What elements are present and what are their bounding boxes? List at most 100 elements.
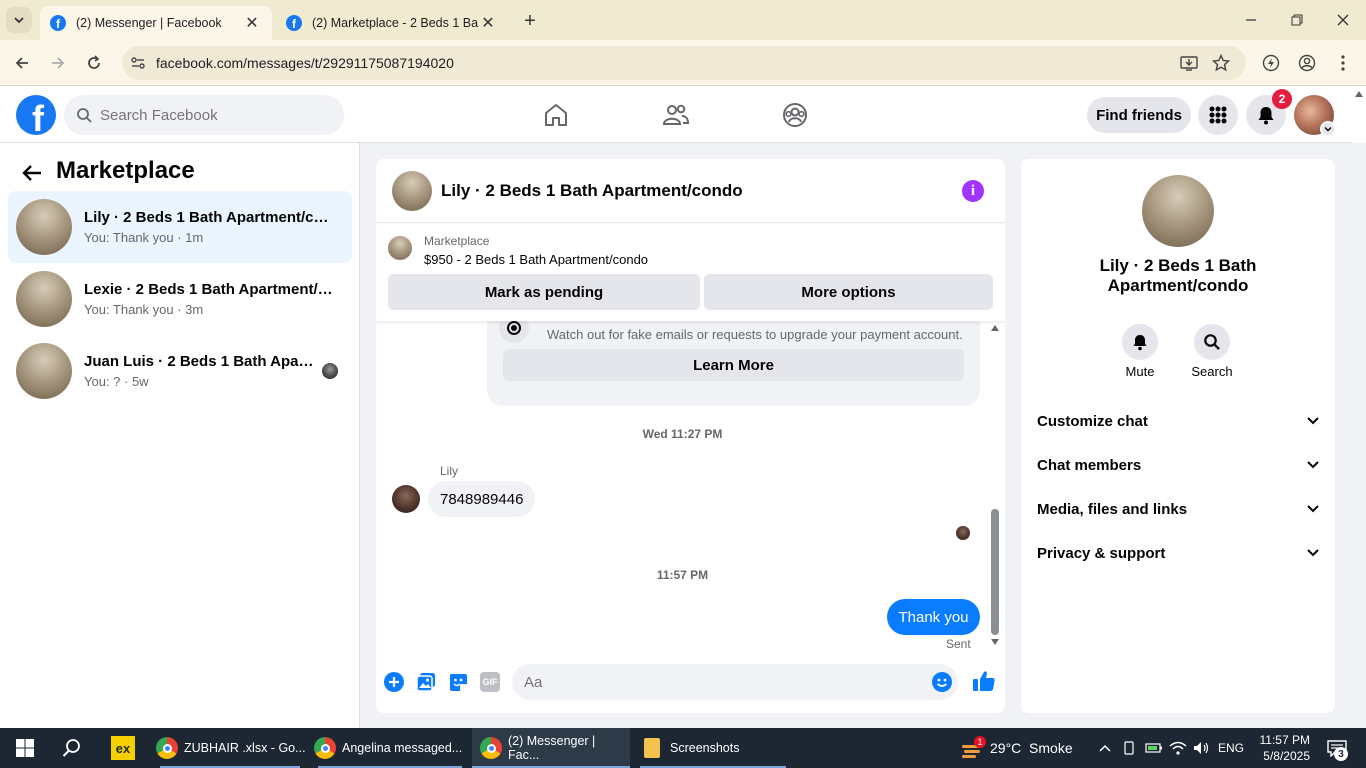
mute-button[interactable]: Mute <box>1120 324 1160 379</box>
taskbar-search-button[interactable] <box>56 728 88 768</box>
section-label: Media, files and links <box>1037 500 1188 518</box>
search-icon <box>1204 334 1220 350</box>
more-actions-button[interactable] <box>384 672 404 692</box>
search-input[interactable] <box>100 106 320 124</box>
scrollbar-thumb[interactable] <box>991 509 999 635</box>
clock-date: 5/8/2025 <box>1263 749 1310 763</box>
tray-wifi-icon[interactable] <box>1168 728 1188 768</box>
conversation-item[interactable]: Lexie · 2 Beds 1 Bath Apartment/c... You… <box>8 263 352 335</box>
conversation-item[interactable]: Lily · 2 Beds 1 Bath Apartment/con... Yo… <box>8 191 352 263</box>
facebook-search-box[interactable] <box>64 95 344 135</box>
sent-status: Sent <box>946 637 971 651</box>
mark-as-pending-button[interactable]: Mark as pending <box>388 274 700 310</box>
privacy-support-section[interactable]: Privacy & support <box>1037 531 1319 575</box>
nav-home[interactable] <box>526 87 586 143</box>
plus-icon <box>389 677 399 687</box>
show-hidden-icons-button[interactable] <box>1096 728 1114 768</box>
conversation-preview: You: ? · 5w <box>84 374 149 389</box>
listing-thumbnail[interactable] <box>388 236 412 260</box>
back-to-chats-button[interactable] <box>16 157 48 189</box>
outgoing-message-bubble[interactable]: Thank you <box>887 599 980 635</box>
address-bar[interactable]: facebook.com/messages/t/2929117508719402… <box>122 46 1246 80</box>
close-icon <box>1337 14 1349 26</box>
listing-banner: Marketplace $950 - 2 Beds 1 Bath Apartme… <box>376 224 1005 321</box>
battery-icon <box>1145 743 1162 753</box>
tray-device-icon[interactable] <box>1120 728 1138 768</box>
details-avatar[interactable] <box>1142 175 1214 247</box>
tray-volume-icon[interactable] <box>1192 728 1212 768</box>
start-button[interactable] <box>8 728 42 768</box>
sender-avatar[interactable] <box>392 485 420 513</box>
profile-icon[interactable] <box>1298 54 1316 72</box>
clock-time: 11:57 PM <box>1259 733 1310 747</box>
menu-dots-icon[interactable] <box>1336 54 1350 72</box>
incoming-message-bubble[interactable]: 7848989446 <box>428 481 536 517</box>
groups-icon <box>783 103 807 127</box>
close-tab-icon[interactable]: ✕ <box>478 13 498 33</box>
emoji-button[interactable] <box>932 672 952 692</box>
listing-thumbnail <box>16 343 72 399</box>
site-info-icon[interactable] <box>130 55 146 71</box>
extensions-icon[interactable] <box>1262 54 1280 72</box>
arrow-left-icon <box>22 165 41 181</box>
find-friends-button[interactable]: Find friends <box>1087 97 1191 133</box>
minimize-button[interactable] <box>1236 8 1266 32</box>
scroll-down-icon[interactable] <box>991 639 999 645</box>
more-options-button[interactable]: More options <box>704 274 993 310</box>
tab-search-button[interactable] <box>6 7 32 33</box>
chat-members-section[interactable]: Chat members <box>1037 443 1319 487</box>
scroll-up-icon[interactable] <box>991 325 999 331</box>
nav-groups[interactable] <box>765 87 825 143</box>
maximize-button[interactable] <box>1282 8 1312 32</box>
url-text[interactable]: facebook.com/messages/t/2929117508719402… <box>156 55 454 71</box>
sticker-button[interactable] <box>448 672 468 692</box>
taskbar-app-explorer[interactable]: Screenshots <box>640 728 786 768</box>
photo-icon <box>416 673 435 692</box>
listing-title[interactable]: $950 - 2 Beds 1 Bath Apartment/condo <box>424 252 648 267</box>
taskbar-app-chrome-messenger[interactable]: (2) Messenger | Fac... <box>472 728 630 768</box>
clock[interactable]: 11:57 PM 5/8/2025 <box>1254 728 1310 768</box>
facebook-header: f Find friends 2 <box>0 87 1352 143</box>
nav-friends[interactable] <box>646 87 706 143</box>
tab-marketplace[interactable]: f (2) Marketplace - 2 Beds 1 Bath ✕ <box>276 6 508 40</box>
learn-more-button[interactable]: Learn More <box>503 349 964 381</box>
search-icon <box>77 108 92 123</box>
account-dropdown[interactable] <box>1320 121 1336 137</box>
taskbar-app-label: ZUBHAIR .xlsx - Go... <box>184 741 306 755</box>
browser-tab-bar: f (2) Messenger | Facebook ✕ f (2) Marke… <box>0 0 1366 40</box>
bookmark-star-icon[interactable] <box>1212 54 1230 72</box>
read-receipt-avatar <box>322 363 338 379</box>
like-button[interactable] <box>972 669 996 693</box>
chat-avatar[interactable] <box>392 170 432 211</box>
weather-widget[interactable]: 29°C Smoke <box>960 728 1080 768</box>
search-in-conversation-button[interactable]: Search <box>1188 324 1236 379</box>
menu-button[interactable] <box>1198 95 1238 135</box>
facebook-logo-icon[interactable]: f <box>16 95 56 135</box>
customize-chat-section[interactable]: Customize chat <box>1037 399 1319 443</box>
install-app-icon[interactable] <box>1180 54 1198 72</box>
conversation-item[interactable]: Juan Luis · 2 Beds 1 Bath Apartm... You:… <box>8 335 352 407</box>
forward-button[interactable] <box>45 50 71 76</box>
message-input[interactable] <box>524 673 904 691</box>
conversation-info-button[interactable]: i <box>962 180 984 202</box>
scroll-up-icon[interactable] <box>1355 91 1363 97</box>
taskbar-app-chrome-angelina[interactable]: Angelina messaged... <box>314 728 466 768</box>
taskbar-app-chrome-sheets[interactable]: ZUBHAIR .xlsx - Go... <box>156 728 306 768</box>
tray-battery-icon[interactable] <box>1144 728 1164 768</box>
attach-photo-button[interactable] <box>416 672 436 692</box>
close-window-button[interactable] <box>1328 8 1358 32</box>
back-button[interactable] <box>9 50 35 76</box>
windows-taskbar: ex ZUBHAIR .xlsx - Go... Angelina messag… <box>0 728 1366 768</box>
close-tab-icon[interactable]: ✕ <box>242 13 262 33</box>
chat-title[interactable]: Lily · 2 Beds 1 Bath Apartment/condo <box>441 181 743 201</box>
language-indicator[interactable]: ENG <box>1218 728 1246 768</box>
new-tab-button[interactable]: + <box>518 9 542 33</box>
taskbar-app-exness[interactable]: ex <box>110 728 136 768</box>
thread-scrollbar[interactable] <box>989 321 1001 651</box>
tab-messenger[interactable]: f (2) Messenger | Facebook ✕ <box>40 6 272 40</box>
message-input-box[interactable] <box>512 664 958 700</box>
gif-button[interactable]: GIF <box>480 672 500 692</box>
media-files-links-section[interactable]: Media, files and links <box>1037 487 1319 531</box>
reload-button[interactable] <box>81 50 107 76</box>
chevron-down-icon <box>1307 461 1319 469</box>
